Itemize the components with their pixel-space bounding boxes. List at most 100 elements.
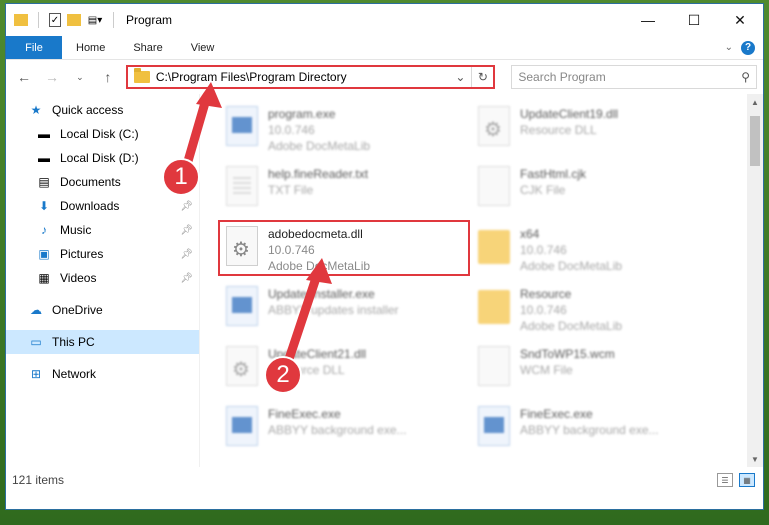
file-name: program.exe xyxy=(268,107,336,121)
network-icon: ⊞ xyxy=(30,367,42,381)
sidebar-item-local-disk-c[interactable]: ▬ Local Disk (C:) xyxy=(6,122,199,146)
pin-icon[interactable]: 📌︎ xyxy=(180,225,193,236)
list-item[interactable]: FineExec.exe ABBYY background exe... xyxy=(472,402,720,454)
details-view-icon[interactable]: ☰ xyxy=(717,473,733,487)
file-list: program.exe 10.0.746 Adobe DocMetaLib Up… xyxy=(200,94,763,467)
scroll-thumb[interactable] xyxy=(750,116,760,166)
computer-icon: ▭ xyxy=(30,335,42,349)
folder-icon[interactable] xyxy=(14,14,28,26)
scroll-down-icon[interactable]: ▼ xyxy=(747,451,763,467)
window-title: Program xyxy=(126,13,173,27)
search-input[interactable]: Search Program xyxy=(518,70,741,84)
file-meta: UpdaterInstaller.exe ABBYY updates insta… xyxy=(268,286,399,318)
sidebar-item-network[interactable]: ⊞ Network xyxy=(6,362,199,386)
file-name: FineExec.exe xyxy=(520,407,593,421)
list-item[interactable]: FastHtml.cjk CJK File xyxy=(472,162,720,214)
sidebar-item-label: OneDrive xyxy=(52,303,103,317)
scroll-up-icon[interactable]: ▲ xyxy=(747,94,763,110)
sidebar-item-downloads[interactable]: ⬇ Downloads 📌︎ xyxy=(6,194,199,218)
file-name: FineExec.exe xyxy=(268,407,341,421)
file-meta: help.fineReader.txt TXT File xyxy=(268,166,368,198)
file-detail: 10.0.746 xyxy=(268,123,315,137)
file-detail: Adobe DocMetaLib xyxy=(520,259,623,273)
exe-file-icon xyxy=(478,406,510,446)
minimize-button[interactable]: — xyxy=(625,4,671,36)
file-detail: 10.0.746 xyxy=(520,303,567,317)
help-icon[interactable]: ? xyxy=(741,40,755,55)
search-box[interactable]: Search Program ⚲ xyxy=(511,65,758,89)
tab-file[interactable]: File xyxy=(6,36,62,59)
title-bar: ✓ ▤▾ Program — ☐ ✕ xyxy=(6,4,763,36)
file-name: x64 xyxy=(520,227,540,241)
exe-file-icon xyxy=(226,106,258,146)
pictures-icon: ▣ xyxy=(38,247,50,261)
list-item[interactable]: UpdateClient19.dll Resource DLL xyxy=(472,102,720,154)
file-detail: ABBYY background exe... xyxy=(268,423,407,437)
file-meta: FineExec.exe ABBYY background exe... xyxy=(268,406,407,438)
properties-icon[interactable]: ✓ xyxy=(49,13,61,27)
list-item[interactable]: FineExec.exe ABBYY background exe... xyxy=(220,402,468,454)
address-bar[interactable]: C:\Program Files\Program Directory ⌄ ↻ xyxy=(125,65,496,89)
file-meta: SndToWP15.wcm WCM File xyxy=(520,346,615,378)
status-bar: 121 items ☰ ▦ xyxy=(6,467,763,493)
star-icon: ★ xyxy=(30,103,42,117)
address-dropdown-icon[interactable]: ⌄ xyxy=(449,67,471,87)
pin-icon[interactable]: 📌︎ xyxy=(180,201,193,212)
list-item[interactable]: SndToWP15.wcm WCM File xyxy=(472,342,720,394)
tab-share[interactable]: Share xyxy=(119,36,176,59)
disk-icon: ▬ xyxy=(38,127,50,141)
sidebar-item-videos[interactable]: ▦ Videos 📌︎ xyxy=(6,266,199,290)
sidebar-item-label: Quick access xyxy=(52,103,124,117)
sidebar-item-quick-access[interactable]: ★ Quick access xyxy=(6,98,199,122)
close-button[interactable]: ✕ xyxy=(717,4,763,36)
list-item[interactable]: x64 10.0.746 Adobe DocMetaLib xyxy=(472,222,720,274)
tab-home[interactable]: Home xyxy=(62,36,119,59)
pin-icon[interactable]: 📌︎ xyxy=(180,249,193,260)
file-name: FastHtml.cjk xyxy=(520,167,586,181)
refresh-icon[interactable]: ↻ xyxy=(471,67,493,87)
list-item[interactable]: help.fineReader.txt TXT File xyxy=(220,162,468,214)
ribbon-right: ⌄ ? xyxy=(725,36,763,59)
address-path[interactable]: C:\Program Files\Program Directory xyxy=(156,70,449,84)
sidebar-item-label: Pictures xyxy=(60,247,104,261)
file-name: UpdateClient19.dll xyxy=(520,107,619,121)
tab-view[interactable]: View xyxy=(177,36,229,59)
toolbar-divider xyxy=(38,12,39,28)
file-detail: Adobe DocMetaLib xyxy=(268,259,371,273)
view-switcher: ☰ ▦ xyxy=(717,473,763,487)
folder-icon xyxy=(133,68,150,83)
new-folder-icon[interactable] xyxy=(67,14,81,26)
customize-icon[interactable]: ▤▾ xyxy=(87,12,103,28)
sidebar-item-this-pc[interactable]: ▭ This PC xyxy=(6,330,199,354)
sidebar-item-music[interactable]: ♪ Music 📌︎ xyxy=(6,218,199,242)
expand-ribbon-icon[interactable]: ⌄ xyxy=(725,42,733,53)
up-icon[interactable]: ↑ xyxy=(96,65,120,89)
vertical-scrollbar[interactable]: ▲ ▼ xyxy=(747,94,763,467)
cloud-icon: ☁ xyxy=(30,303,42,317)
file-name: UpdaterInstaller.exe xyxy=(268,287,375,301)
recent-locations-icon[interactable]: ⌄ xyxy=(68,65,92,89)
list-item-adobedocmeta[interactable]: adobedocmeta.dll 10.0.746 Adobe DocMetaL… xyxy=(218,220,470,276)
list-item[interactable]: UpdaterInstaller.exe ABBYY updates insta… xyxy=(220,282,468,334)
sidebar-item-pictures[interactable]: ▣ Pictures 📌︎ xyxy=(6,242,199,266)
maximize-button[interactable]: ☐ xyxy=(671,4,717,36)
generic-file-icon xyxy=(478,346,510,386)
file-detail: ABBYY background exe... xyxy=(520,423,659,437)
sidebar-item-onedrive[interactable]: ☁ OneDrive xyxy=(6,298,199,322)
back-icon[interactable]: ← xyxy=(12,65,36,89)
list-item[interactable]: program.exe 10.0.746 Adobe DocMetaLib xyxy=(220,102,468,154)
list-item[interactable]: Resource 10.0.746 Adobe DocMetaLib xyxy=(472,282,720,334)
toolbar-divider xyxy=(113,12,114,28)
download-icon: ⬇ xyxy=(38,199,50,213)
file-meta: FastHtml.cjk CJK File xyxy=(520,166,586,198)
tiles-view-icon[interactable]: ▦ xyxy=(739,473,755,487)
list-item[interactable]: UpdateClient21.dll Resource DLL xyxy=(220,342,468,394)
search-icon[interactable]: ⚲ xyxy=(741,70,750,84)
explorer-window: ✓ ▤▾ Program — ☐ ✕ File Home Share View … xyxy=(6,4,763,509)
text-file-icon xyxy=(226,166,258,206)
file-detail: Adobe DocMetaLib xyxy=(520,319,623,333)
pin-icon[interactable]: 📌︎ xyxy=(180,273,193,284)
forward-icon[interactable]: → xyxy=(40,65,64,89)
